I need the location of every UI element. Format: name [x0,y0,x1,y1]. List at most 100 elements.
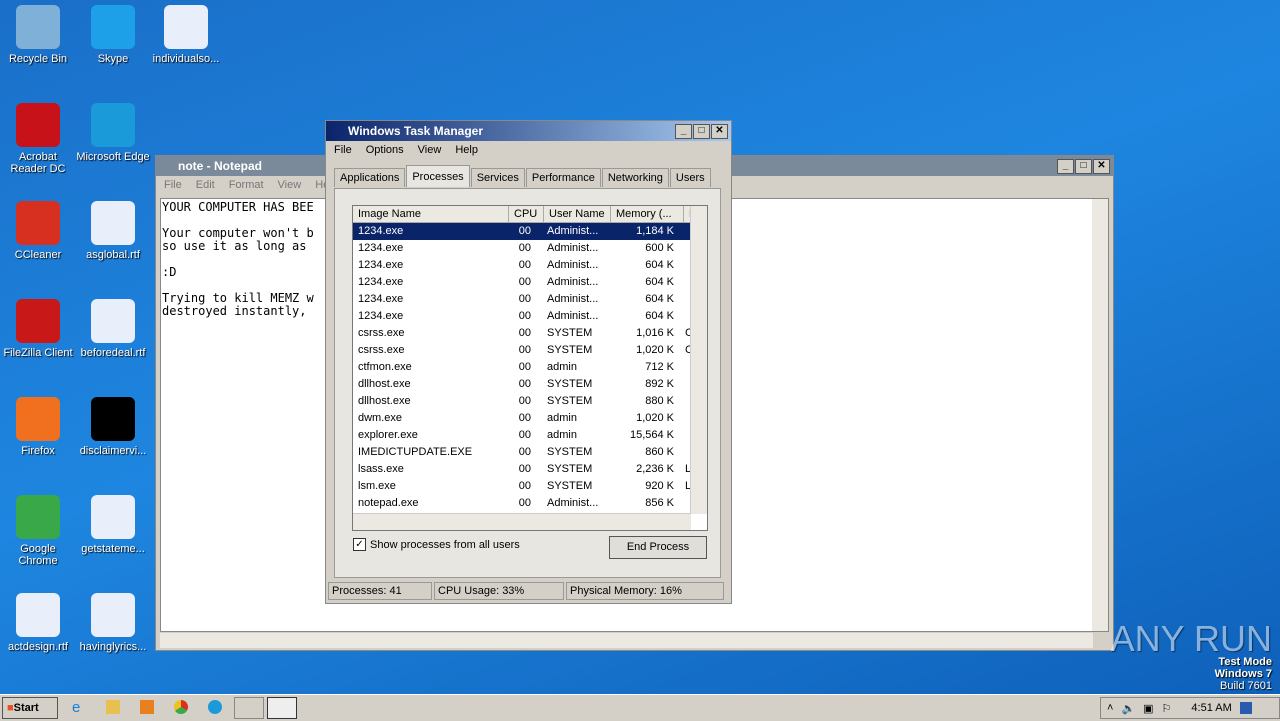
process-cell [674,495,685,512]
show-hidden-icons[interactable]: ˄ [1107,702,1113,714]
ie-icon[interactable]: e [72,699,80,716]
process-row[interactable]: dwm.exe 00 admin 1,020 K [353,410,707,427]
process-row[interactable]: dllhost.exe 00 SYSTEM 880 K [353,393,707,410]
desktop-icon-label: Microsoft Edge [76,151,150,163]
taskmgr-taskbar-button[interactable] [267,697,297,719]
process-row[interactable]: dllhost.exe 00 SYSTEM 892 K [353,376,707,393]
process-row[interactable]: 1234.exe 00 Administ... 1,184 K [353,223,707,240]
process-row[interactable]: csrss.exe 00 SYSTEM 1,020 KC [353,342,707,359]
process-row[interactable]: 1234.exe 00 Administ... 604 K [353,291,707,308]
tab-networking[interactable]: Networking [601,168,669,187]
maximize-button[interactable]: □ [693,124,710,139]
process-cell: 1234.exe [358,225,404,237]
col-user-name[interactable]: User Name [544,206,611,222]
watermark: ANY RUN Test Mode Windows 7 Build 7601 [1111,618,1272,692]
anyrun-logo: ANY RUN [1110,618,1272,659]
show-desktop-button[interactable] [1239,702,1252,714]
vertical-scrollbar[interactable] [1092,199,1108,631]
process-row[interactable]: lsass.exe00SYSTEM2,236 KLo [353,461,707,478]
desktop-icon[interactable]: Firefox [0,397,76,457]
maximize-button[interactable]: □ [1075,159,1092,174]
col-image-name[interactable]: Image Name [353,206,509,222]
tab-performance[interactable]: Performance [525,168,601,187]
close-button[interactable]: ✕ [711,124,728,139]
process-cell: SYSTEM [547,378,593,390]
process-cell: Administ... [547,497,599,509]
clock[interactable]: 4:51 AM [1191,702,1231,714]
desktop-icon[interactable]: asglobal.rtf [75,201,151,261]
minimize-button[interactable]: _ [1057,159,1074,174]
explorer-icon[interactable] [106,700,120,714]
desktop-icon[interactable]: Skype [75,5,151,65]
desktop-icon[interactable]: Acrobat Reader DC [0,103,76,175]
process-row[interactable]: csrss.exe 00 SYSTEM 1,016 KC [353,325,707,342]
tab-processes[interactable]: Processes [406,165,470,187]
horizontal-scrollbar[interactable] [160,633,1093,648]
desktop-icon[interactable]: havinglyrics... [75,593,151,653]
process-cell: IMEDICTUPDATE.EXE [358,446,473,458]
desktop-icon[interactable]: actdesign.rtf [0,593,76,653]
flag-icon[interactable]: ⚐ [1162,702,1172,715]
process-row[interactable]: notepad.exe 00 Administ... 856 K [353,495,707,512]
chrome-icon[interactable] [174,700,188,714]
process-row[interactable]: ctfmon.exe 00 admin 712 K [353,359,707,376]
col-cpu[interactable]: CPU [509,206,544,222]
show-all-users-checkbox[interactable]: ✓ Show processes from all users [353,538,520,551]
desktop-icon[interactable]: getstateme... [75,495,151,555]
process-list[interactable]: Image Name CPU User Name Memory (... D 1… [352,205,708,531]
volume-icon[interactable]: 🔈 [1121,702,1135,715]
horizontal-scrollbar[interactable] [353,513,691,530]
menu-format[interactable]: Format [229,179,264,191]
minimize-button[interactable]: _ [675,124,692,139]
process-cell: Administ... [547,310,599,322]
desktop-icon[interactable]: disclaimervi... [75,397,151,457]
edge-icon[interactable] [208,700,222,714]
process-cell: 00 [518,412,531,424]
build-label: Build 7601 [1220,680,1272,692]
desktop-icon[interactable]: Google Chrome [0,495,76,567]
menu-file[interactable]: File [334,144,352,156]
tab-services[interactable]: Services [470,168,525,187]
desktop-icon-image [16,201,60,245]
media-player-icon[interactable] [140,700,154,714]
menu-help[interactable]: Help [455,144,478,156]
process-row[interactable]: 1234.exe 00 Administ... 600 K [353,240,707,257]
menu-view[interactable]: View [418,144,442,156]
taskmgr-titlebar[interactable]: Windows Task Manager _ □ ✕ [326,121,731,141]
process-row[interactable]: 1234.exe 00 Administ... 604 K [353,257,707,274]
process-row[interactable]: IMEDICTUPDATE.EXE 00 SYSTEM 860 K [353,444,707,461]
desktop-icon[interactable]: Recycle Bin [0,5,76,65]
desktop-icon-label: FileZilla Client [3,347,73,359]
tab-applications[interactable]: Applications [334,168,406,187]
task-manager-window[interactable]: Windows Task Manager _ □ ✕ File Options View… [325,120,732,604]
process-cell: SYSTEM [547,480,593,492]
desktop-icon[interactable]: individualso... [148,5,224,65]
desktop-icon[interactable]: Microsoft Edge [75,103,151,163]
desktop-icon-image [16,397,60,441]
network-icon[interactable]: ▣ [1143,702,1153,715]
tab-users[interactable]: Users [669,168,711,187]
desktop-icon-image [16,5,60,49]
col-memory[interactable]: Memory (... [611,206,684,222]
vertical-scrollbar[interactable] [690,206,707,514]
menu-options[interactable]: Options [366,144,404,156]
process-row[interactable]: 1234.exe 00 Administ... 604 K [353,308,707,325]
process-cell: Administ... [547,293,599,305]
process-row[interactable]: explorer.exe 00 admin 15,564 K [353,427,707,444]
start-button[interactable]: ■Start [2,697,58,719]
menu-edit[interactable]: Edit [196,179,215,191]
desktop-icon[interactable]: CCleaner [0,201,76,261]
desktop-icon[interactable]: beforedeal.rtf [75,299,151,359]
process-row[interactable]: lsm.exe00SYSTEM920 KLo [353,478,707,495]
process-cell: 880 K [645,395,674,407]
desktop-icon[interactable]: FileZilla Client [0,299,76,359]
menu-file[interactable]: File [164,179,182,191]
notepad-taskbar-button[interactable] [234,697,264,719]
desktop-icon-image [164,5,208,49]
process-cell: 1234.exe [358,310,404,322]
menu-view[interactable]: View [278,179,302,191]
process-row[interactable]: 1234.exe 00 Administ... 604 K [353,274,707,291]
process-cell: Administ... [547,225,599,237]
close-button[interactable]: ✕ [1093,159,1110,174]
end-process-button[interactable]: End Process [609,536,707,559]
